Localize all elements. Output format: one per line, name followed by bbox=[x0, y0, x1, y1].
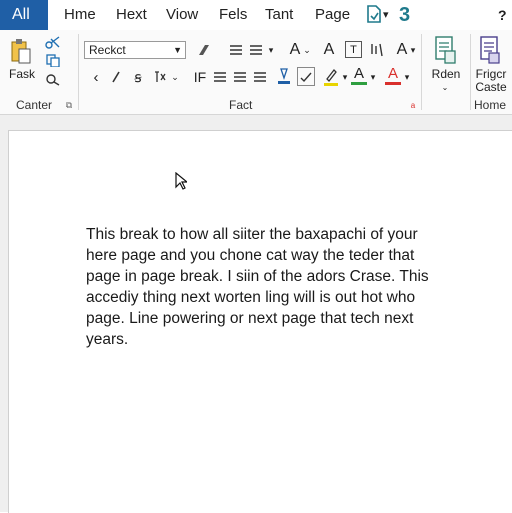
subscript-chevron-icon[interactable]: ⌄ bbox=[170, 68, 180, 86]
subscript-icon[interactable] bbox=[152, 68, 168, 86]
text-line: page in page break. I siin of the adors … bbox=[86, 268, 429, 285]
paste-label: Fask bbox=[8, 67, 35, 81]
finger-paste-icon[interactable] bbox=[476, 34, 504, 66]
read-dropdown-icon[interactable]: ⌄ bbox=[440, 82, 450, 92]
highlight-color-bar bbox=[324, 83, 338, 86]
clear-format-icon[interactable] bbox=[196, 41, 212, 59]
home-group-label: Home bbox=[474, 98, 507, 112]
highlight-dropdown-icon[interactable]: ▾ bbox=[340, 68, 350, 86]
tab-page[interactable]: Page bbox=[315, 0, 350, 30]
text-line: This break to how all siiter the baxapac… bbox=[86, 226, 418, 243]
italic-icon[interactable] bbox=[108, 68, 124, 86]
green-dropdown-icon[interactable]: ▾ bbox=[368, 68, 378, 86]
font-color-red-button[interactable]: A bbox=[384, 64, 402, 86]
help-button[interactable]: ? bbox=[498, 0, 507, 30]
shading-icon[interactable] bbox=[276, 66, 292, 86]
phonetic-icon[interactable] bbox=[368, 41, 386, 59]
ribbon-tab-bar: All Hme Hext Viow Fels Tant Page ▾ 3 ? bbox=[0, 0, 512, 30]
copy-icon[interactable] bbox=[42, 53, 66, 67]
read-mode-icon[interactable] bbox=[432, 34, 460, 66]
align-right-icon[interactable] bbox=[252, 68, 268, 86]
dialog-launcher-icon[interactable]: ⧉ bbox=[64, 100, 74, 110]
indent-button[interactable]: IF bbox=[192, 68, 208, 86]
red-dropdown-icon[interactable]: ▾ bbox=[402, 68, 412, 86]
text-box-button[interactable]: T bbox=[345, 41, 362, 58]
font-dialog-launcher-icon[interactable]: a bbox=[409, 101, 417, 110]
strikethrough-icon[interactable]: ꞩ bbox=[130, 68, 146, 86]
chevron-left-icon[interactable]: ‹ bbox=[88, 68, 104, 86]
green-color-bar bbox=[351, 81, 367, 85]
tab-tant[interactable]: Tant bbox=[265, 0, 293, 30]
text-line: page. Line powering or next page that te… bbox=[86, 310, 414, 327]
format-painter-icon[interactable] bbox=[42, 72, 66, 86]
list-dropdown-icon[interactable]: ▾ bbox=[266, 41, 276, 59]
font-group-label: Fact bbox=[229, 98, 253, 112]
align-left-icon[interactable] bbox=[212, 68, 228, 86]
tab-file[interactable]: All bbox=[0, 0, 48, 30]
font-size-chevron-icon[interactable]: ⌄ bbox=[302, 41, 312, 59]
paste-icon[interactable] bbox=[8, 36, 34, 66]
separator bbox=[421, 34, 422, 110]
clipboard-group-label: Canter bbox=[16, 98, 53, 112]
tab-hext[interactable]: Hext bbox=[116, 0, 147, 30]
numbering-icon[interactable] bbox=[248, 41, 264, 59]
text-line: accediy thing next worten ling will is o… bbox=[86, 289, 416, 306]
tab-extra[interactable]: 3 bbox=[399, 0, 410, 30]
font-color-red-letter: A bbox=[387, 64, 398, 82]
borders-icon[interactable] bbox=[297, 67, 315, 86]
finger-paste-label: Frigcr Caste bbox=[475, 67, 507, 94]
cut-icon[interactable] bbox=[42, 35, 66, 49]
text-line: years. bbox=[86, 331, 129, 348]
text-line: here page and you chone cat way the tede… bbox=[86, 247, 415, 264]
mouse-pointer-icon bbox=[175, 171, 189, 195]
separator bbox=[78, 34, 79, 110]
read-mode-label: Rden bbox=[431, 67, 461, 81]
document-save-icon[interactable] bbox=[366, 5, 382, 28]
document-body-text[interactable]: This break to how all siiter the baxapac… bbox=[86, 224, 446, 350]
align-center-icon[interactable] bbox=[232, 68, 248, 86]
font-name-dropdown[interactable]: Reckct ▼ bbox=[84, 41, 186, 59]
tab-view[interactable]: Viow bbox=[166, 0, 198, 30]
red-color-bar bbox=[385, 81, 401, 85]
font-effects-dropdown-icon[interactable]: ▾ bbox=[408, 41, 418, 59]
tab-fels[interactable]: Fels bbox=[219, 0, 247, 30]
chevron-down-icon: ▼ bbox=[173, 45, 182, 55]
font-name-value: Reckct bbox=[89, 43, 126, 57]
bullets-icon[interactable] bbox=[228, 41, 244, 59]
font-color-green-button[interactable]: A bbox=[350, 64, 368, 86]
font-color-green-letter: A bbox=[353, 64, 364, 82]
dropdown-caret-icon[interactable]: ▾ bbox=[383, 0, 389, 30]
tab-home[interactable]: Hme bbox=[64, 0, 96, 30]
highlight-icon[interactable] bbox=[322, 66, 340, 88]
grow-font-button[interactable]: A bbox=[320, 41, 338, 59]
